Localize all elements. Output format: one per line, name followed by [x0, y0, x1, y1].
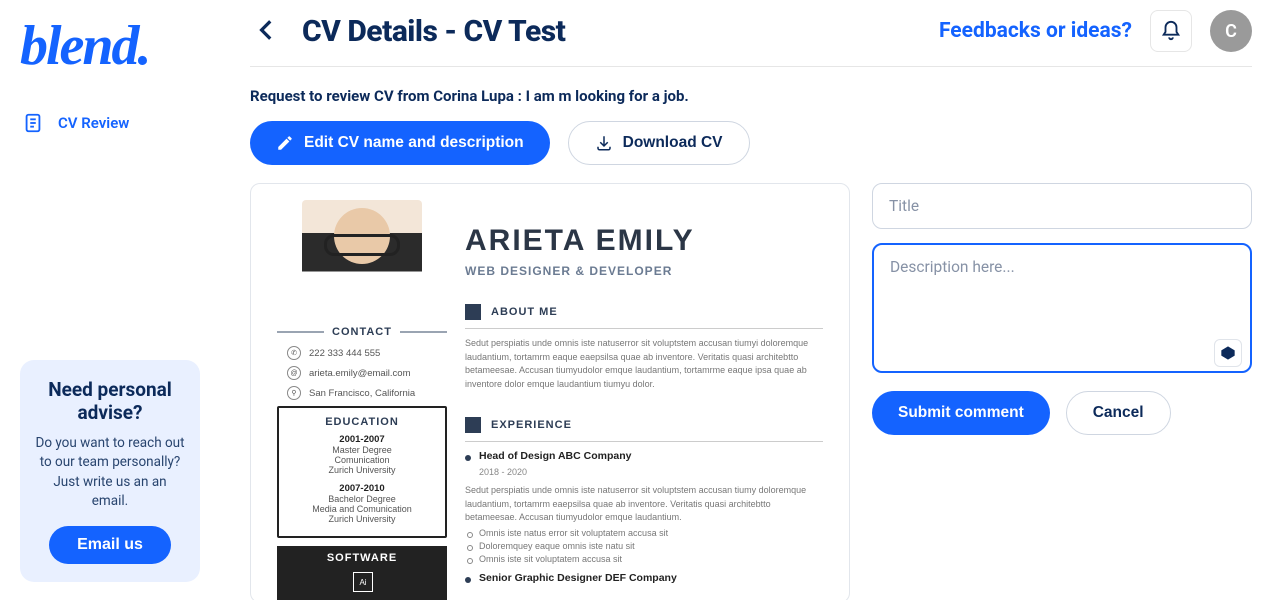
notifications-button[interactable] — [1150, 10, 1192, 52]
contact-email: @arieta.emily@email.com — [277, 366, 447, 380]
title-input[interactable] — [872, 183, 1252, 229]
bell-icon — [1160, 20, 1182, 42]
experience-item: Head of Design ABC Company2018 - 2020 — [465, 450, 823, 480]
experience-heading: EXPERIENCE — [491, 419, 572, 431]
help-card: Need personal advise? Do you want to rea… — [20, 360, 200, 582]
submit-comment-button[interactable]: Submit comment — [872, 391, 1050, 435]
cv-role: WEB DESIGNER & DEVELOPER — [465, 264, 823, 278]
contact-heading: CONTACT — [332, 326, 392, 338]
cv-name: ARIETA EMILY — [465, 224, 823, 258]
briefcase-icon — [465, 417, 481, 433]
edit-cv-button[interactable]: Edit CV name and description — [250, 121, 550, 165]
download-icon — [595, 134, 613, 152]
experience-bullet: Omnis iste natus error sit voluptatem ac… — [465, 528, 823, 538]
help-card-title: Need personal advise? — [34, 378, 186, 424]
phone-icon: ✆ — [287, 346, 301, 360]
sidebar-item-cv-review[interactable]: CV Review — [20, 104, 200, 142]
person-icon — [465, 304, 481, 320]
experience-item: Senior Graphic Designer DEF Company — [465, 572, 823, 584]
feedback-link[interactable]: Feedbacks or ideas? — [939, 19, 1132, 43]
comment-pane: Submit comment Cancel — [872, 183, 1252, 600]
cv-preview: CONTACT ✆222 333 444 555 @arieta.emily@e… — [250, 183, 850, 600]
experience-bullet: Doloremquey eaque omnis iste natu sit — [465, 541, 823, 551]
description-textarea[interactable] — [872, 243, 1252, 373]
software-heading: SOFTWARE — [283, 552, 441, 564]
topbar: CV Details - CV Test Feedbacks or ideas?… — [250, 10, 1252, 67]
cancel-button[interactable]: Cancel — [1066, 391, 1171, 435]
download-cv-label: Download CV — [623, 134, 723, 152]
contact-location: ⚲San Francisco, California — [277, 386, 447, 400]
chevron-left-icon — [254, 17, 280, 43]
software-icon-ai: Ai — [353, 572, 373, 592]
contact-phone: ✆222 333 444 555 — [277, 346, 447, 360]
education-heading: EDUCATION — [285, 416, 439, 428]
grammar-icon[interactable] — [1214, 339, 1242, 367]
about-heading: ABOUT ME — [491, 306, 558, 318]
email-us-button[interactable]: Email us — [49, 526, 171, 564]
experience-bullet: Omnis iste sit voluptatem accusa sit — [465, 554, 823, 564]
edit-cv-label: Edit CV name and description — [304, 134, 524, 152]
sidebar-item-label: CV Review — [58, 114, 129, 132]
pin-icon: ⚲ — [287, 386, 301, 400]
about-body: Sedut perspiatis unde omnis iste natuser… — [465, 337, 823, 391]
document-icon — [22, 112, 44, 134]
pencil-icon — [276, 134, 294, 152]
at-icon: @ — [287, 366, 301, 380]
request-line: Request to review CV from Corina Lupa : … — [250, 87, 1252, 105]
cv-photo — [302, 200, 422, 310]
page-title: CV Details - CV Test — [302, 14, 565, 49]
experience-summary: Sedut perspiatis unde omnis iste natuser… — [465, 484, 823, 525]
education-item: 2007-2010Bachelor DegreeMedia and Comuni… — [285, 483, 439, 524]
help-card-body: Do you want to reach out to our team per… — [34, 434, 186, 512]
education-item: 2001-2007Master DegreeComunicationZurich… — [285, 434, 439, 475]
brand-logo[interactable]: blend. — [20, 18, 200, 74]
back-button[interactable] — [250, 13, 284, 50]
avatar[interactable]: C — [1210, 10, 1252, 52]
download-cv-button[interactable]: Download CV — [568, 121, 750, 165]
